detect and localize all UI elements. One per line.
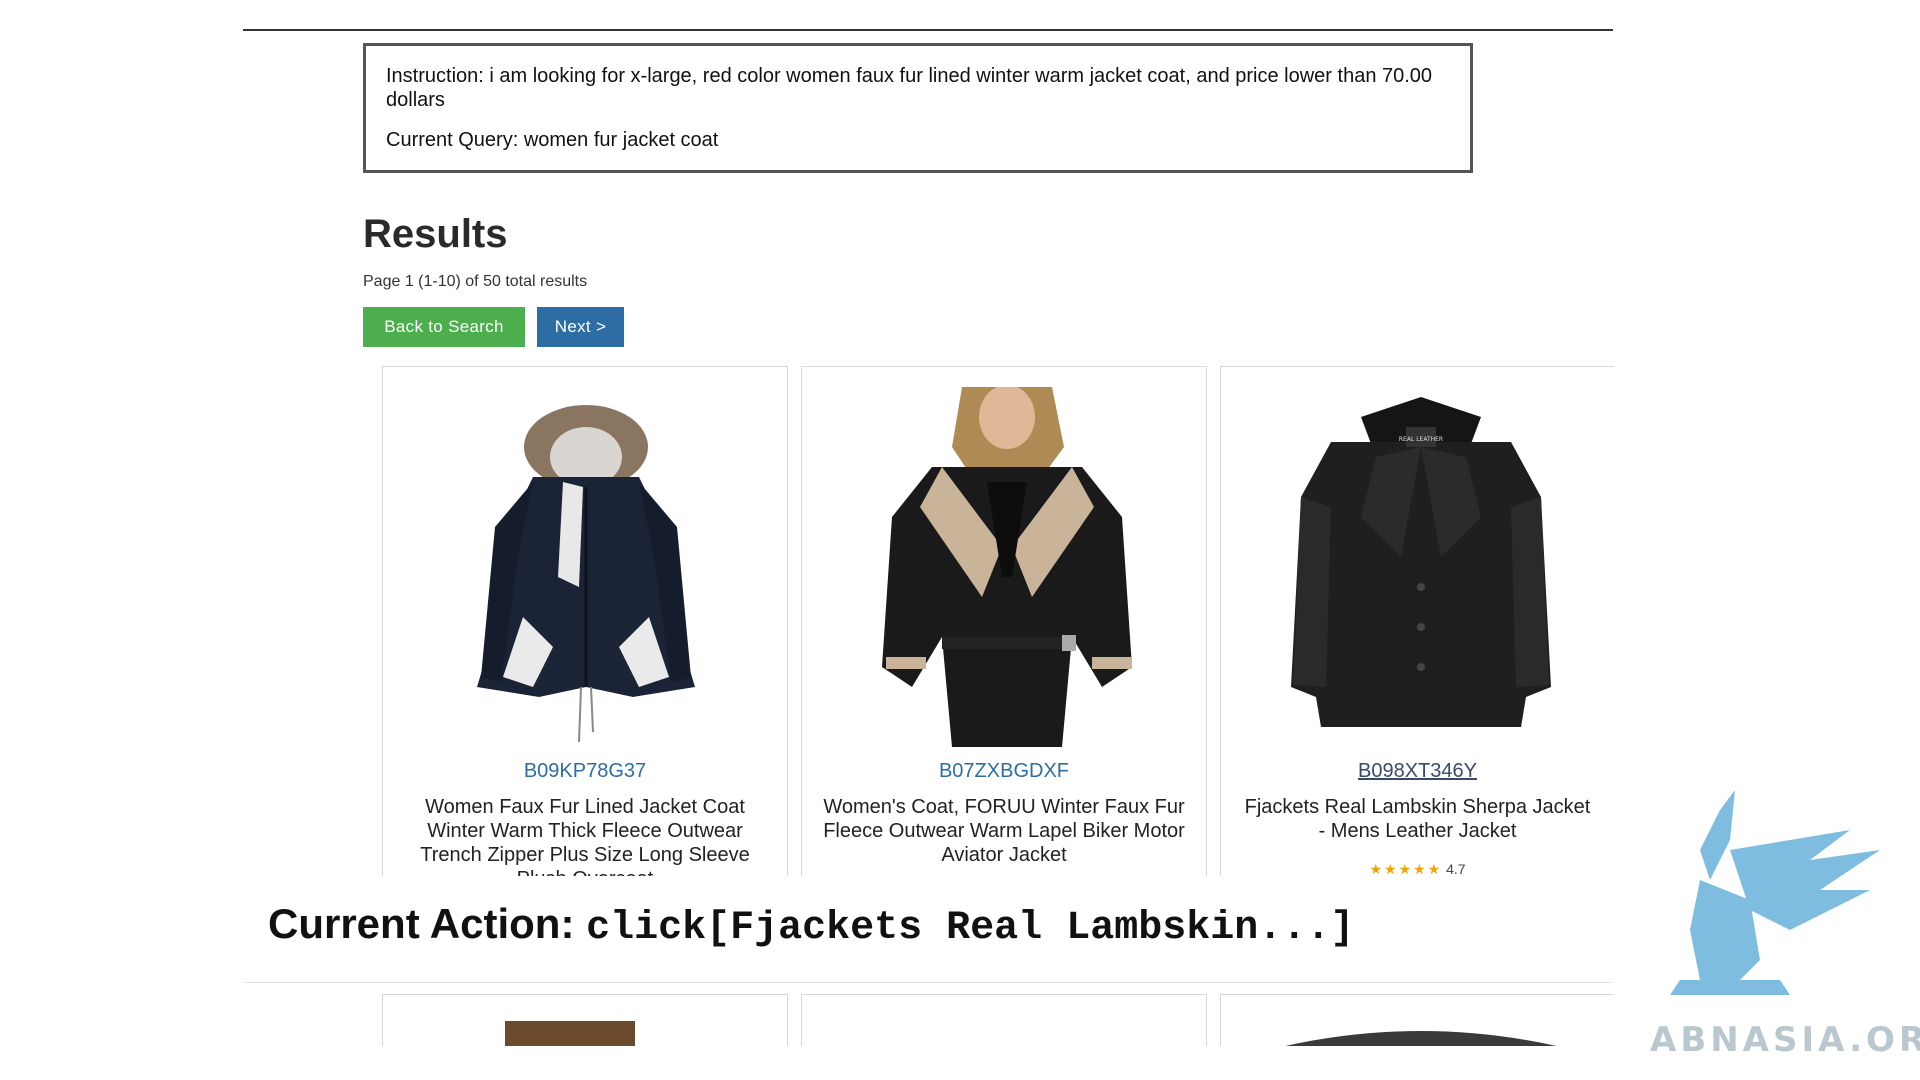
product-image-parka[interactable]: [383, 387, 787, 747]
product-asin-link[interactable]: B07ZXBGDXF: [802, 760, 1206, 783]
product-title[interactable]: Fjackets Real Lambskin Sherpa Jacket - M…: [1241, 795, 1594, 843]
product-card-partial: [801, 994, 1207, 1046]
current-query: Current Query: women fur jacket coat: [386, 129, 719, 151]
product-rating: ★★★★★ 4.7: [1221, 861, 1614, 876]
webshop-page: Instruction: i am looking for x-large, r…: [0, 0, 1920, 1080]
product-card: REAL LEATHER B098XT346Y Fjackets Real La…: [1220, 366, 1614, 876]
product-card-partial: [382, 994, 788, 1046]
product-title[interactable]: Women Faux Fur Lined Jacket Coat Winter …: [403, 795, 767, 876]
back-to-search-button[interactable]: Back to Search: [363, 307, 525, 347]
product-image-leather-jacket[interactable]: REAL LEATHER: [1221, 387, 1614, 747]
product-card-partial: [1220, 994, 1614, 1046]
star-rating-icon: ★★★★★: [1369, 861, 1443, 876]
brand-label-text: REAL LEATHER: [1399, 436, 1443, 443]
watermark-logo: [1640, 790, 1920, 1050]
product-asin-link[interactable]: B09KP78G37: [383, 760, 787, 783]
current-action-label: Current Action:: [268, 900, 575, 947]
product-title[interactable]: Women's Coat, FORUU Winter Faux Fur Flee…: [822, 795, 1186, 867]
product-card: B09KP78G37 Women Faux Fur Lined Jacket C…: [382, 366, 788, 876]
rating-value: 4.7: [1446, 861, 1466, 876]
product-card: B07ZXBGDXF Women's Coat, FORUU Winter Fa…: [801, 366, 1207, 876]
page-title: Results: [363, 212, 508, 256]
instruction-box: Instruction: i am looking for x-large, r…: [363, 43, 1473, 173]
current-action-code: click[Fjackets Real Lambskin...]: [586, 906, 1355, 951]
watermark-text: ABNASIA.ORG: [1650, 1020, 1920, 1060]
next-page-button[interactable]: Next >: [537, 307, 624, 347]
caption-divider: [243, 982, 1613, 983]
product-image-aviator[interactable]: [802, 385, 1206, 747]
pagination-info: Page 1 (1-10) of 50 total results: [363, 273, 588, 290]
current-action-caption: Current Action: click[Fjackets Real Lamb…: [268, 900, 1354, 951]
instruction-text: Instruction: i am looking for x-large, r…: [386, 65, 1433, 111]
product-asin-link[interactable]: B098XT346Y: [1221, 760, 1614, 783]
top-divider: [243, 29, 1613, 31]
